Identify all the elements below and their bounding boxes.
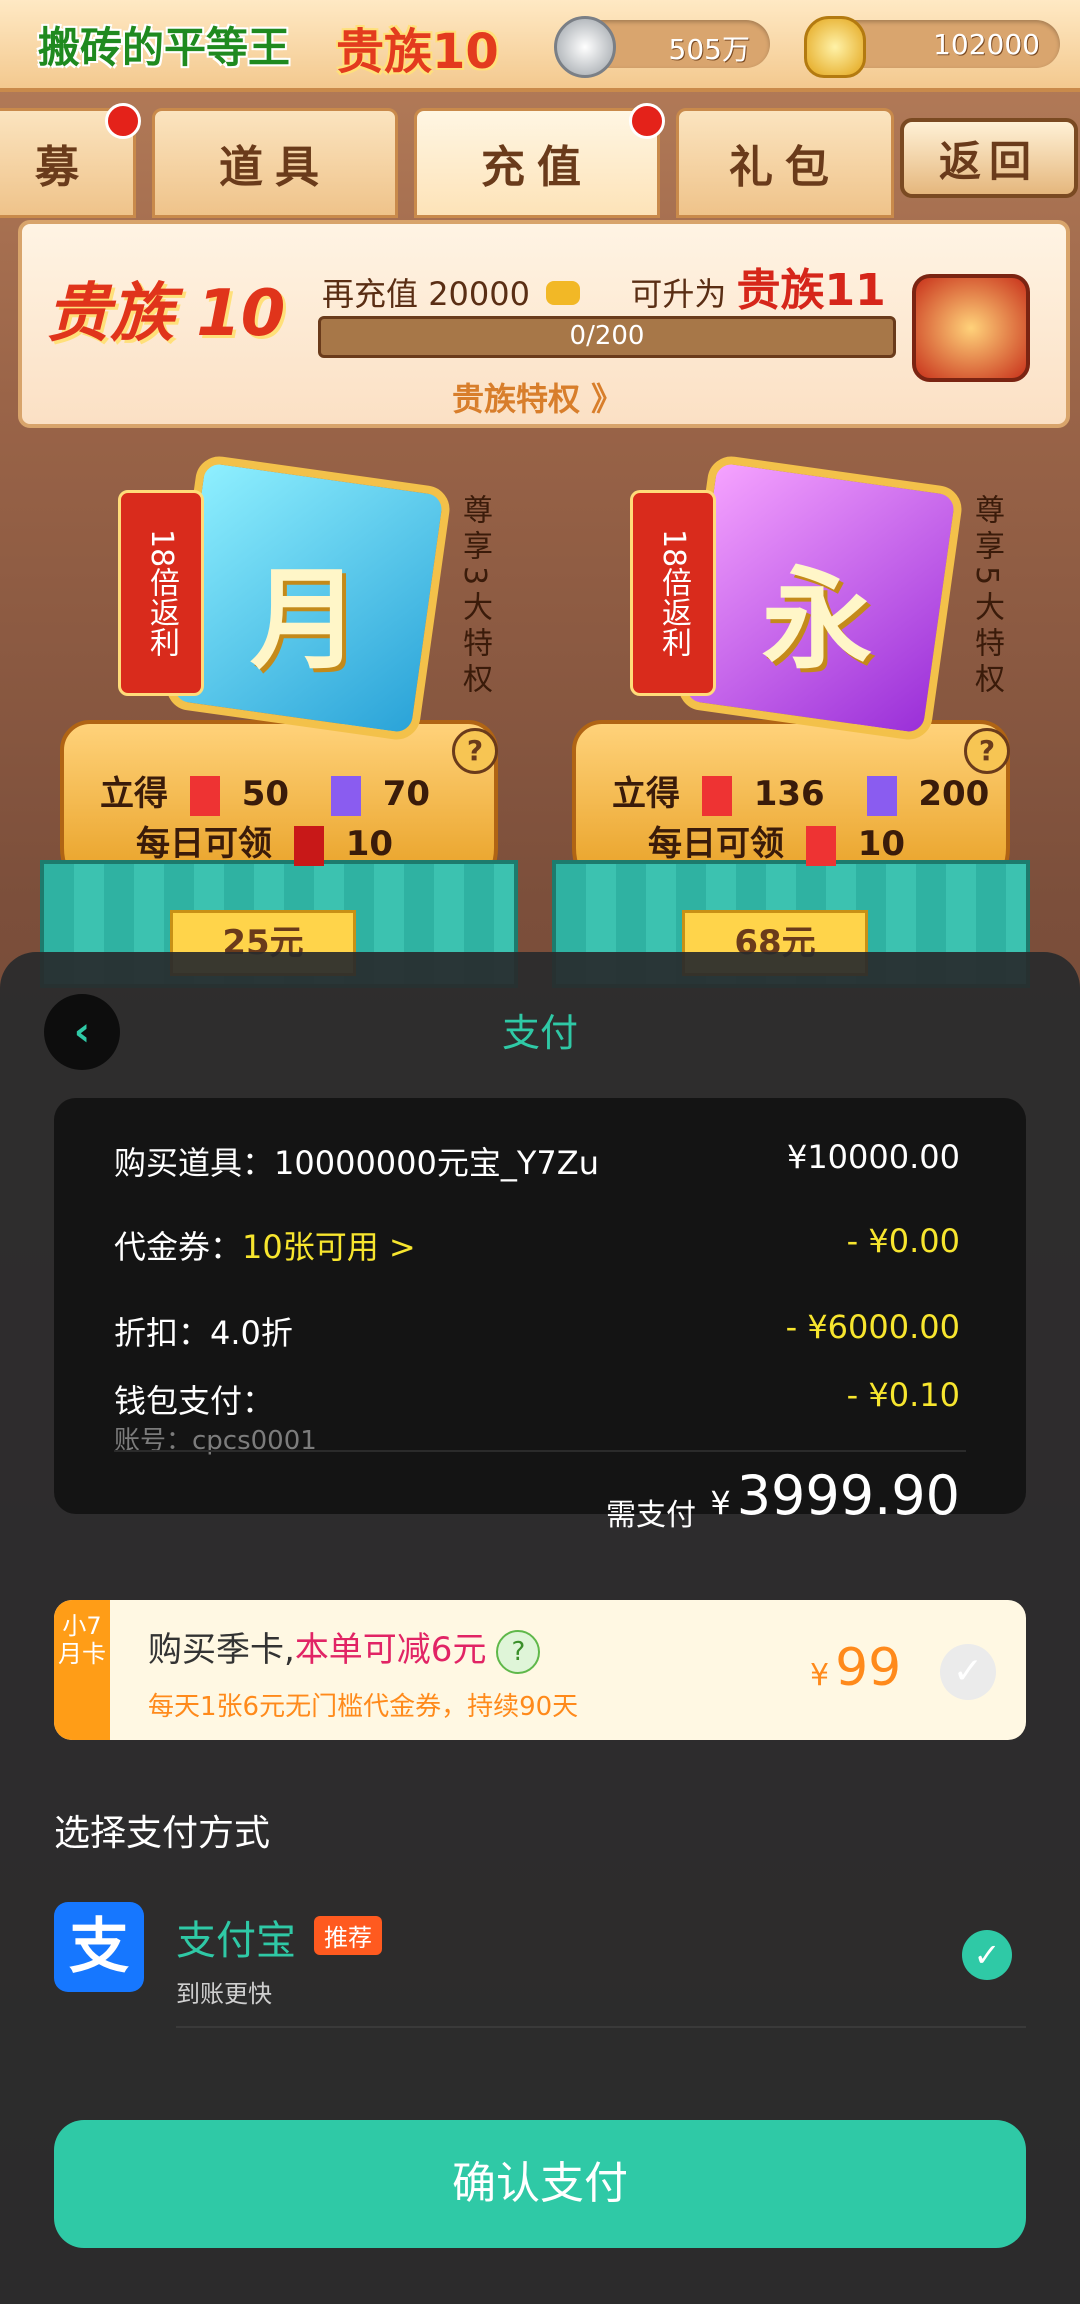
payment-methods-title: 选择支付方式 (54, 1813, 271, 1854)
total-amount: ¥3999.90 (710, 1464, 960, 1527)
season-card-promo[interactable]: 小7月卡 购买季卡,本单可减6元? 每天1张6元无门槛代金券，持续90天 ¥99… (54, 1600, 1026, 1740)
total-value: 3999.90 (736, 1464, 960, 1527)
promo-tag: 小7月卡 (54, 1600, 110, 1740)
crystal-icon (330, 775, 361, 816)
card-character: 永 (762, 556, 872, 684)
top-bar: 搬砖的平等王 贵族10 505万 102000 (0, 0, 1080, 92)
daily-reward: 每日可领 10 (648, 816, 905, 866)
item-price: ¥10000.00 (786, 1138, 960, 1176)
vip-level-large: 贵族 10 (46, 277, 286, 351)
gold-resource: 102000 (804, 16, 1060, 78)
payment-method-alipay[interactable]: 支 支付宝 推荐 到账更快 ✓ (54, 1902, 1026, 2032)
tab-label: 募 (35, 142, 91, 193)
total-label: 需支付 (606, 1498, 696, 1533)
vip-privilege-link[interactable]: 贵族特权 》 (452, 374, 623, 420)
promo-title-prefix: 购买季卡, (148, 1630, 295, 1670)
item-label: 购买道具：10000000元宝_Y7Zu (114, 1144, 599, 1182)
vip-panel: 贵族 10 再充值 20000 可升为 贵族11 0/200 贵族特权 》 (18, 220, 1070, 428)
order-summary: 购买道具：10000000元宝_Y7Zu ¥10000.00 代金券：10张可用… (54, 1098, 1026, 1533)
card-character: 月 (250, 556, 360, 684)
tab-label: 礼包 (729, 142, 841, 193)
wallet-amount: - ¥0.10 (846, 1376, 960, 1414)
wallet-label: 钱包支付： (114, 1382, 275, 1420)
crystal-icon (866, 775, 897, 816)
notification-dot (105, 103, 141, 139)
recommended-badge: 推荐 (314, 1916, 382, 1955)
instant-value-b: 200 (918, 774, 990, 814)
promo-price: ¥99 (810, 1638, 901, 1698)
silver-coin-icon (554, 16, 616, 78)
coupon-available-link[interactable]: 10张可用 > (242, 1228, 416, 1266)
promo-price-value: 99 (835, 1638, 902, 1698)
tab-label: 道具 (219, 142, 331, 193)
daily-reward: 每日可领 10 (136, 816, 393, 866)
player-name: 搬砖的平等王 (38, 23, 291, 72)
confirm-payment-button[interactable]: 确认支付 (54, 2120, 1026, 2248)
tab-label: 充值 (481, 142, 593, 193)
vip-progress-bar: 0/200 (318, 316, 896, 358)
red-packet-icon (701, 775, 732, 816)
total-currency: ¥ (710, 1484, 731, 1522)
promo-subtitle: 每天1张6元无门槛代金券，持续90天 (148, 1692, 579, 1722)
daily-label: 每日可领 (136, 824, 272, 864)
selected-check-icon[interactable]: ✓ (962, 1930, 1012, 1980)
promo-checkbox-icon[interactable]: ✓ (940, 1644, 996, 1700)
daily-value: 10 (857, 824, 906, 864)
method-description: 到账更快 (176, 1980, 272, 2008)
tab-recruit[interactable]: 募 (0, 103, 141, 218)
privilege-text: 尊享5大特权 (969, 494, 1004, 700)
coupon-amount: - ¥0.00 (846, 1222, 960, 1260)
month-card[interactable]: 月 18倍返利 尊享3大特权 ? 立得 50 70 每日可领 10 25元 (40, 453, 518, 988)
alipay-icon: 支 (54, 1902, 144, 1992)
help-icon[interactable]: ? (452, 728, 498, 774)
payment-sheet: ‹ 支付 购买道具：10000000元宝_Y7Zu ¥10000.00 代金券：… (0, 952, 1080, 2304)
vip-recharge-info: 再充值 20000 可升为 贵族11 (322, 254, 886, 318)
discount-amount: - ¥6000.00 (785, 1308, 960, 1346)
tab-recharge[interactable]: 充值 (414, 103, 665, 218)
vip-progress-text: 0/200 (569, 321, 645, 351)
daily-label: 每日可领 (648, 824, 784, 864)
instant-reward: 立得 136 200 (612, 766, 989, 816)
instant-value-a: 136 (753, 774, 825, 814)
coupon-row[interactable]: 代金券：10张可用 > (114, 1222, 416, 1268)
red-packet-icon (189, 775, 220, 816)
divider (114, 1450, 966, 1452)
discount-label: 折扣：4.0折 (114, 1314, 293, 1352)
gold-value: 102000 (933, 28, 1040, 61)
instant-value-b: 70 (382, 774, 431, 814)
silver-value: 505万 (668, 33, 750, 66)
gold-ingot-icon (804, 16, 866, 78)
tab-gift[interactable]: 礼包 (676, 108, 894, 218)
recharge-ticket-icon (293, 825, 324, 866)
treasure-chest-icon[interactable] (912, 274, 1030, 382)
promo-highlight: 本单可减6元 (294, 1630, 487, 1670)
privilege-text: 尊享3大特权 (457, 494, 492, 700)
divider (176, 2026, 1026, 2028)
instant-value-a: 50 (241, 774, 290, 814)
gold-ingot-icon (546, 281, 581, 305)
recharge-amount: 20000 (428, 275, 530, 313)
payment-title: 支付 (501, 1011, 578, 1055)
help-icon[interactable]: ? (496, 1629, 541, 1674)
coupon-label: 代金券： (114, 1228, 243, 1266)
silver-resource: 505万 (554, 16, 770, 78)
back-button[interactable]: 返回 (900, 118, 1078, 198)
method-name: 支付宝 (176, 1918, 296, 1964)
rebate-badge: 18倍返利 (630, 490, 716, 696)
red-packet-icon (805, 825, 836, 866)
permanent-card[interactable]: 永 18倍返利 尊享5大特权 ? 立得 136 200 每日可领 10 68元 (552, 453, 1030, 988)
recharge-prefix: 再充值 (322, 275, 419, 313)
instant-label: 立得 (100, 774, 168, 814)
vip-level-label: 贵族10 (336, 24, 499, 80)
rebate-badge: 18倍返利 (118, 490, 204, 696)
promo-currency: ¥ (810, 1658, 830, 1693)
upgrade-prefix: 可升为 (630, 275, 727, 313)
instant-reward: 立得 50 70 (100, 766, 430, 816)
tab-items[interactable]: 道具 (152, 108, 398, 218)
instant-label: 立得 (612, 774, 680, 814)
promo-title: 购买季卡,本单可减6元? (148, 1622, 541, 1674)
daily-value: 10 (345, 824, 394, 864)
notification-dot (629, 103, 665, 139)
next-vip-level: 贵族11 (736, 265, 886, 316)
